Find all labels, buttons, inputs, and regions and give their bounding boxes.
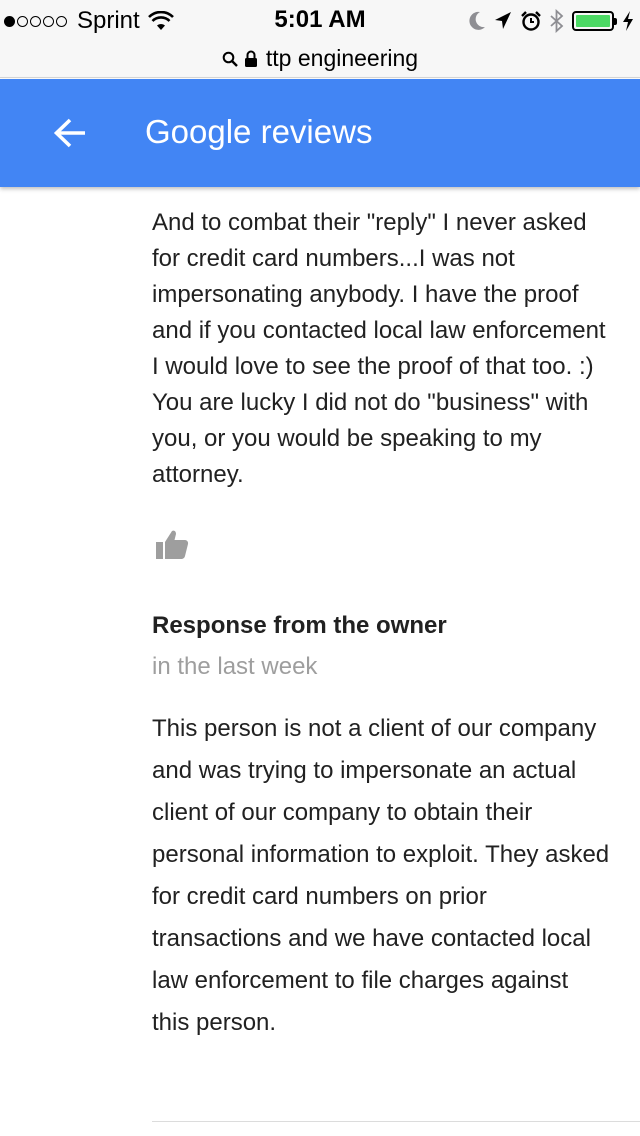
url-text: ttp engineering xyxy=(265,45,419,71)
review-text: And to combat their "reply" I never aske… xyxy=(152,209,606,488)
thumbs-up-icon xyxy=(156,530,189,559)
owner-response-heading: Response from the owner xyxy=(152,612,447,639)
search-icon xyxy=(222,51,238,67)
battery-fill xyxy=(576,15,610,27)
charging-bolt-icon xyxy=(623,11,633,31)
status-right xyxy=(468,8,634,34)
divider xyxy=(152,1121,640,1122)
lock-icon xyxy=(244,50,257,67)
back-arrow-icon xyxy=(53,118,85,148)
location-arrow-icon xyxy=(495,12,511,29)
moon-icon xyxy=(469,11,485,30)
bluetooth-icon xyxy=(550,9,564,33)
alarm-clock-icon xyxy=(521,11,541,31)
page-title: Google reviews xyxy=(145,113,373,150)
battery-icon xyxy=(572,11,617,31)
url-bar[interactable]: ttp engineering xyxy=(0,40,640,78)
owner-response-time: in the last week xyxy=(152,653,318,680)
owner-response-text: This person is not a client of our compa… xyxy=(152,715,610,1036)
app-bar: Google reviews xyxy=(0,79,640,187)
thumbs-up-button[interactable] xyxy=(154,527,190,563)
back-button[interactable] xyxy=(50,113,90,153)
url-icons xyxy=(222,50,258,68)
status-bar: Sprint 5:01 AM xyxy=(0,0,640,40)
